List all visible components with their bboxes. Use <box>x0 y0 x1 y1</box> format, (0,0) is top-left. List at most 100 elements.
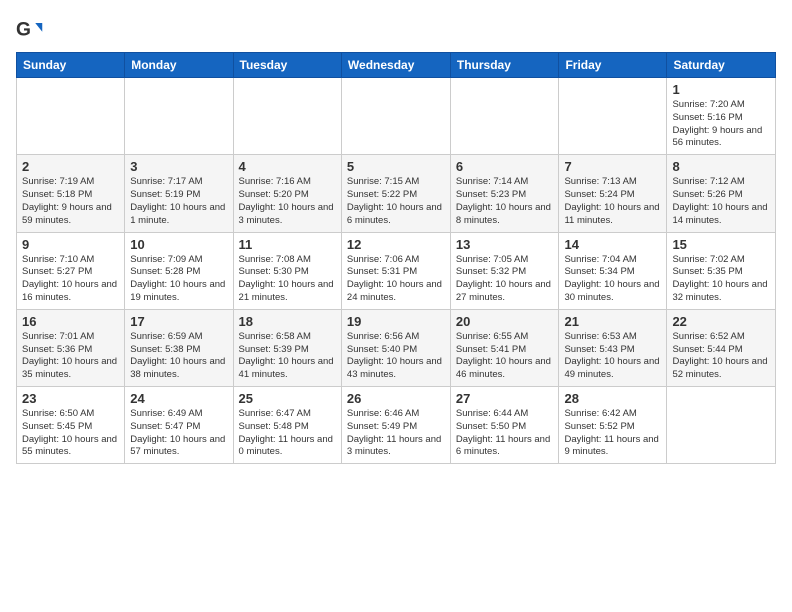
calendar-cell <box>450 78 559 155</box>
calendar-cell: 22 Sunrise: 6:52 AM Sunset: 5:44 PM Dayli… <box>667 309 776 386</box>
day-info: Sunrise: 7:02 AM Sunset: 5:35 PM Dayligh… <box>672 254 770 305</box>
calendar-cell: 16 Sunrise: 7:01 AM Sunset: 5:36 PM Dayli… <box>17 309 125 386</box>
calendar-cell: 2 Sunrise: 7:19 AM Sunset: 5:18 PM Daylig… <box>17 155 125 232</box>
week-row-5: 23 Sunrise: 6:50 AM Sunset: 5:45 PM Dayli… <box>17 387 776 464</box>
calendar-cell: 3Sunrise: 7:17 AM Sunset: 5:19 PM Daylig… <box>125 155 233 232</box>
day-number: 24 <box>130 391 227 406</box>
calendar-header-row: SundayMondayTuesdayWednesdayThursdayFrid… <box>17 53 776 78</box>
calendar-cell: 9 Sunrise: 7:10 AM Sunset: 5:27 PM Daylig… <box>17 232 125 309</box>
day-info: Sunrise: 6:46 AM Sunset: 5:49 PM Dayligh… <box>347 408 445 459</box>
day-number: 7 <box>564 159 661 174</box>
day-number: 6 <box>456 159 554 174</box>
calendar-cell: 1 Sunrise: 7:20 AM Sunset: 5:16 PM Daylig… <box>667 78 776 155</box>
calendar-cell <box>17 78 125 155</box>
day-number: 15 <box>672 237 770 252</box>
header: G <box>16 16 776 44</box>
column-header-friday: Friday <box>559 53 667 78</box>
day-number: 10 <box>130 237 227 252</box>
day-info: Sunrise: 7:09 AM Sunset: 5:28 PM Dayligh… <box>130 254 227 305</box>
week-row-4: 16 Sunrise: 7:01 AM Sunset: 5:36 PM Dayli… <box>17 309 776 386</box>
calendar-cell: 19 Sunrise: 6:56 AM Sunset: 5:40 PM Dayli… <box>341 309 450 386</box>
calendar-cell: 17Sunrise: 6:59 AM Sunset: 5:38 PM Dayli… <box>125 309 233 386</box>
day-number: 19 <box>347 314 445 329</box>
day-number: 1 <box>672 82 770 97</box>
day-number: 28 <box>564 391 661 406</box>
day-info: Sunrise: 7:15 AM Sunset: 5:22 PM Dayligh… <box>347 176 445 227</box>
day-number: 22 <box>672 314 770 329</box>
day-number: 14 <box>564 237 661 252</box>
calendar-cell: 12 Sunrise: 7:06 AM Sunset: 5:31 PM Dayli… <box>341 232 450 309</box>
week-row-1: 1 Sunrise: 7:20 AM Sunset: 5:16 PM Daylig… <box>17 78 776 155</box>
calendar-cell: 26 Sunrise: 6:46 AM Sunset: 5:49 PM Dayli… <box>341 387 450 464</box>
day-number: 12 <box>347 237 445 252</box>
day-info: Sunrise: 6:50 AM Sunset: 5:45 PM Dayligh… <box>22 408 119 459</box>
calendar-cell: 18 Sunrise: 6:58 AM Sunset: 5:39 PM Dayli… <box>233 309 341 386</box>
day-number: 8 <box>672 159 770 174</box>
column-header-thursday: Thursday <box>450 53 559 78</box>
day-info: Sunrise: 6:58 AM Sunset: 5:39 PM Dayligh… <box>239 331 336 382</box>
day-number: 2 <box>22 159 119 174</box>
day-number: 20 <box>456 314 554 329</box>
calendar-cell: 4 Sunrise: 7:16 AM Sunset: 5:20 PM Daylig… <box>233 155 341 232</box>
calendar-cell: 10 Sunrise: 7:09 AM Sunset: 5:28 PM Dayli… <box>125 232 233 309</box>
day-info: Sunrise: 7:14 AM Sunset: 5:23 PM Dayligh… <box>456 176 554 227</box>
column-header-sunday: Sunday <box>17 53 125 78</box>
calendar-cell: 21 Sunrise: 6:53 AM Sunset: 5:43 PM Dayli… <box>559 309 667 386</box>
day-info: Sunrise: 6:42 AM Sunset: 5:52 PM Dayligh… <box>564 408 661 459</box>
day-number: 25 <box>239 391 336 406</box>
calendar-cell: 25 Sunrise: 6:47 AM Sunset: 5:48 PM Dayli… <box>233 387 341 464</box>
calendar-cell: 14 Sunrise: 7:04 AM Sunset: 5:34 PM Dayli… <box>559 232 667 309</box>
day-number: 27 <box>456 391 554 406</box>
day-number: 18 <box>239 314 336 329</box>
calendar-cell: 13Sunrise: 7:05 AM Sunset: 5:32 PM Dayli… <box>450 232 559 309</box>
calendar-cell: 27 Sunrise: 6:44 AM Sunset: 5:50 PM Dayli… <box>450 387 559 464</box>
day-info: Sunrise: 6:56 AM Sunset: 5:40 PM Dayligh… <box>347 331 445 382</box>
day-info: Sunrise: 6:49 AM Sunset: 5:47 PM Dayligh… <box>130 408 227 459</box>
day-info: Sunrise: 6:55 AM Sunset: 5:41 PM Dayligh… <box>456 331 554 382</box>
day-info: Sunrise: 6:44 AM Sunset: 5:50 PM Dayligh… <box>456 408 554 459</box>
calendar-cell: 28 Sunrise: 6:42 AM Sunset: 5:52 PM Dayli… <box>559 387 667 464</box>
day-number: 21 <box>564 314 661 329</box>
calendar-cell <box>125 78 233 155</box>
calendar-cell: 6 Sunrise: 7:14 AM Sunset: 5:23 PM Daylig… <box>450 155 559 232</box>
logo: G <box>16 16 46 44</box>
column-header-wednesday: Wednesday <box>341 53 450 78</box>
day-info: Sunrise: 7:17 AM Sunset: 5:19 PM Dayligh… <box>130 176 227 227</box>
day-info: Sunrise: 6:52 AM Sunset: 5:44 PM Dayligh… <box>672 331 770 382</box>
day-number: 13 <box>456 237 554 252</box>
day-number: 4 <box>239 159 336 174</box>
day-info: Sunrise: 7:04 AM Sunset: 5:34 PM Dayligh… <box>564 254 661 305</box>
logo-icon: G <box>16 16 44 44</box>
day-number: 17 <box>130 314 227 329</box>
day-info: Sunrise: 7:08 AM Sunset: 5:30 PM Dayligh… <box>239 254 336 305</box>
day-number: 26 <box>347 391 445 406</box>
day-info: Sunrise: 6:47 AM Sunset: 5:48 PM Dayligh… <box>239 408 336 459</box>
day-number: 9 <box>22 237 119 252</box>
day-info: Sunrise: 7:16 AM Sunset: 5:20 PM Dayligh… <box>239 176 336 227</box>
calendar-cell <box>341 78 450 155</box>
calendar-cell <box>559 78 667 155</box>
day-info: Sunrise: 7:19 AM Sunset: 5:18 PM Dayligh… <box>22 176 119 227</box>
calendar-cell <box>667 387 776 464</box>
calendar-cell: 15 Sunrise: 7:02 AM Sunset: 5:35 PM Dayli… <box>667 232 776 309</box>
svg-text:G: G <box>16 19 31 40</box>
calendar-table: SundayMondayTuesdayWednesdayThursdayFrid… <box>16 52 776 464</box>
calendar-cell <box>233 78 341 155</box>
calendar-cell: 23 Sunrise: 6:50 AM Sunset: 5:45 PM Dayli… <box>17 387 125 464</box>
calendar-cell: 20 Sunrise: 6:55 AM Sunset: 5:41 PM Dayli… <box>450 309 559 386</box>
column-header-saturday: Saturday <box>667 53 776 78</box>
day-number: 23 <box>22 391 119 406</box>
day-info: Sunrise: 7:06 AM Sunset: 5:31 PM Dayligh… <box>347 254 445 305</box>
day-info: Sunrise: 7:20 AM Sunset: 5:16 PM Dayligh… <box>672 99 770 150</box>
day-info: Sunrise: 7:13 AM Sunset: 5:24 PM Dayligh… <box>564 176 661 227</box>
day-info: Sunrise: 7:10 AM Sunset: 5:27 PM Dayligh… <box>22 254 119 305</box>
column-header-tuesday: Tuesday <box>233 53 341 78</box>
day-info: Sunrise: 6:53 AM Sunset: 5:43 PM Dayligh… <box>564 331 661 382</box>
day-info: Sunrise: 7:01 AM Sunset: 5:36 PM Dayligh… <box>22 331 119 382</box>
calendar-cell: 8Sunrise: 7:12 AM Sunset: 5:26 PM Daylig… <box>667 155 776 232</box>
calendar-cell: 7 Sunrise: 7:13 AM Sunset: 5:24 PM Daylig… <box>559 155 667 232</box>
day-number: 16 <box>22 314 119 329</box>
week-row-3: 9 Sunrise: 7:10 AM Sunset: 5:27 PM Daylig… <box>17 232 776 309</box>
calendar-cell: 24 Sunrise: 6:49 AM Sunset: 5:47 PM Dayli… <box>125 387 233 464</box>
week-row-2: 2 Sunrise: 7:19 AM Sunset: 5:18 PM Daylig… <box>17 155 776 232</box>
